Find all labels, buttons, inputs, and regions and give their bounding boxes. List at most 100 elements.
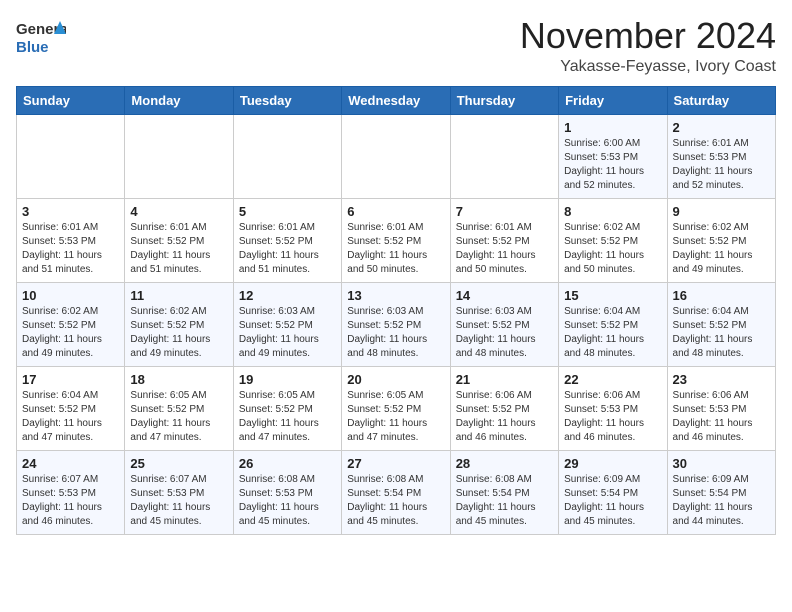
calendar-cell: 7Sunrise: 6:01 AM Sunset: 5:52 PM Daylig…: [450, 198, 558, 282]
day-number: 30: [673, 456, 770, 471]
day-info: Sunrise: 6:03 AM Sunset: 5:52 PM Dayligh…: [456, 305, 553, 361]
day-number: 9: [673, 204, 770, 219]
day-info: Sunrise: 6:06 AM Sunset: 5:53 PM Dayligh…: [564, 389, 661, 445]
month-title: November 2024: [520, 16, 776, 56]
calendar-cell: [450, 114, 558, 198]
day-number: 25: [130, 456, 227, 471]
day-number: 4: [130, 204, 227, 219]
day-number: 18: [130, 372, 227, 387]
day-info: Sunrise: 6:05 AM Sunset: 5:52 PM Dayligh…: [347, 389, 444, 445]
day-info: Sunrise: 6:02 AM Sunset: 5:52 PM Dayligh…: [564, 221, 661, 277]
day-info: Sunrise: 6:05 AM Sunset: 5:52 PM Dayligh…: [239, 389, 336, 445]
calendar-cell: 10 Sunrise: 6:02 AM Sunset: 5:52 PM Dayli…: [17, 282, 125, 366]
calendar-cell: 20 Sunrise: 6:05 AM Sunset: 5:52 PM Dayli…: [342, 366, 450, 450]
calendar-week-row: 17Sunrise: 6:04 AM Sunset: 5:52 PM Dayli…: [17, 366, 776, 450]
day-number: 1: [564, 120, 661, 135]
day-number: 20: [347, 372, 444, 387]
calendar-cell: 3 Sunrise: 6:01 AM Sunset: 5:53 PM Daylig…: [17, 198, 125, 282]
calendar-cell: 25Sunrise: 6:07 AM Sunset: 5:53 PM Dayli…: [125, 450, 233, 534]
calendar-cell: 9 Sunrise: 6:02 AM Sunset: 5:52 PM Daylig…: [667, 198, 775, 282]
day-info: Sunrise: 6:01 AM Sunset: 5:53 PM Dayligh…: [673, 137, 770, 193]
calendar-cell: 19 Sunrise: 6:05 AM Sunset: 5:52 PM Dayli…: [233, 366, 341, 450]
weekday-header-friday: Friday: [559, 86, 667, 114]
title-block: November 2024 Yakasse-Feyasse, Ivory Coa…: [520, 16, 776, 76]
day-number: 19: [239, 372, 336, 387]
logo: General Blue: [16, 16, 66, 58]
day-number: 21: [456, 372, 553, 387]
day-info: Sunrise: 6:08 AM Sunset: 5:53 PM Dayligh…: [239, 473, 336, 529]
day-info: Sunrise: 6:02 AM Sunset: 5:52 PM Dayligh…: [22, 305, 119, 361]
day-info: Sunrise: 6:04 AM Sunset: 5:52 PM Dayligh…: [22, 389, 119, 445]
calendar-cell: 4Sunrise: 6:01 AM Sunset: 5:52 PM Daylig…: [125, 198, 233, 282]
day-number: 11: [130, 288, 227, 303]
day-info: Sunrise: 6:05 AM Sunset: 5:52 PM Dayligh…: [130, 389, 227, 445]
day-info: Sunrise: 6:03 AM Sunset: 5:52 PM Dayligh…: [239, 305, 336, 361]
day-info: Sunrise: 6:06 AM Sunset: 5:53 PM Dayligh…: [673, 389, 770, 445]
day-number: 2: [673, 120, 770, 135]
day-info: Sunrise: 6:04 AM Sunset: 5:52 PM Dayligh…: [564, 305, 661, 361]
day-info: Sunrise: 6:09 AM Sunset: 5:54 PM Dayligh…: [564, 473, 661, 529]
page-header: General Blue November 2024 Yakasse-Feyas…: [16, 16, 776, 76]
day-number: 3: [22, 204, 119, 219]
calendar-cell: 12 Sunrise: 6:03 AM Sunset: 5:52 PM Dayli…: [233, 282, 341, 366]
calendar-cell: 28 Sunrise: 6:08 AM Sunset: 5:54 PM Dayli…: [450, 450, 558, 534]
calendar-cell: 30 Sunrise: 6:09 AM Sunset: 5:54 PM Dayli…: [667, 450, 775, 534]
weekday-header-row: SundayMondayTuesdayWednesdayThursdayFrid…: [17, 86, 776, 114]
day-number: 28: [456, 456, 553, 471]
calendar-cell: 29Sunrise: 6:09 AM Sunset: 5:54 PM Dayli…: [559, 450, 667, 534]
day-number: 14: [456, 288, 553, 303]
logo-svg: General Blue: [16, 16, 66, 58]
calendar-cell: [17, 114, 125, 198]
day-number: 8: [564, 204, 661, 219]
weekday-header-monday: Monday: [125, 86, 233, 114]
day-number: 6: [347, 204, 444, 219]
calendar-cell: 15 Sunrise: 6:04 AM Sunset: 5:52 PM Dayli…: [559, 282, 667, 366]
calendar-cell: 17Sunrise: 6:04 AM Sunset: 5:52 PM Dayli…: [17, 366, 125, 450]
calendar-cell: 18 Sunrise: 6:05 AM Sunset: 5:52 PM Dayli…: [125, 366, 233, 450]
day-info: Sunrise: 6:08 AM Sunset: 5:54 PM Dayligh…: [347, 473, 444, 529]
day-number: 15: [564, 288, 661, 303]
calendar-cell: [342, 114, 450, 198]
calendar-cell: 26 Sunrise: 6:08 AM Sunset: 5:53 PM Dayli…: [233, 450, 341, 534]
day-number: 16: [673, 288, 770, 303]
day-info: Sunrise: 6:01 AM Sunset: 5:52 PM Dayligh…: [456, 221, 553, 277]
calendar-cell: 8 Sunrise: 6:02 AM Sunset: 5:52 PM Daylig…: [559, 198, 667, 282]
day-info: Sunrise: 6:01 AM Sunset: 5:52 PM Dayligh…: [347, 221, 444, 277]
calendar-week-row: 10 Sunrise: 6:02 AM Sunset: 5:52 PM Dayli…: [17, 282, 776, 366]
day-info: Sunrise: 6:08 AM Sunset: 5:54 PM Dayligh…: [456, 473, 553, 529]
calendar-cell: [233, 114, 341, 198]
calendar-cell: 22Sunrise: 6:06 AM Sunset: 5:53 PM Dayli…: [559, 366, 667, 450]
day-info: Sunrise: 6:07 AM Sunset: 5:53 PM Dayligh…: [22, 473, 119, 529]
day-number: 5: [239, 204, 336, 219]
day-info: Sunrise: 6:02 AM Sunset: 5:52 PM Dayligh…: [673, 221, 770, 277]
day-info: Sunrise: 6:09 AM Sunset: 5:54 PM Dayligh…: [673, 473, 770, 529]
calendar-cell: 11Sunrise: 6:02 AM Sunset: 5:52 PM Dayli…: [125, 282, 233, 366]
calendar-cell: 5 Sunrise: 6:01 AM Sunset: 5:52 PM Daylig…: [233, 198, 341, 282]
calendar-table: SundayMondayTuesdayWednesdayThursdayFrid…: [16, 86, 776, 535]
calendar-cell: 6 Sunrise: 6:01 AM Sunset: 5:52 PM Daylig…: [342, 198, 450, 282]
day-info: Sunrise: 6:01 AM Sunset: 5:53 PM Dayligh…: [22, 221, 119, 277]
calendar-cell: 16 Sunrise: 6:04 AM Sunset: 5:52 PM Dayli…: [667, 282, 775, 366]
calendar-cell: 13Sunrise: 6:03 AM Sunset: 5:52 PM Dayli…: [342, 282, 450, 366]
day-number: 27: [347, 456, 444, 471]
day-info: Sunrise: 6:04 AM Sunset: 5:52 PM Dayligh…: [673, 305, 770, 361]
day-info: Sunrise: 6:01 AM Sunset: 5:52 PM Dayligh…: [239, 221, 336, 277]
calendar-cell: 21 Sunrise: 6:06 AM Sunset: 5:52 PM Dayli…: [450, 366, 558, 450]
day-number: 23: [673, 372, 770, 387]
day-number: 10: [22, 288, 119, 303]
location-title: Yakasse-Feyasse, Ivory Coast: [520, 58, 776, 76]
calendar-cell: [125, 114, 233, 198]
calendar-cell: 27 Sunrise: 6:08 AM Sunset: 5:54 PM Dayli…: [342, 450, 450, 534]
weekday-header-saturday: Saturday: [667, 86, 775, 114]
calendar-cell: 24 Sunrise: 6:07 AM Sunset: 5:53 PM Dayli…: [17, 450, 125, 534]
day-number: 12: [239, 288, 336, 303]
calendar-week-row: 3 Sunrise: 6:01 AM Sunset: 5:53 PM Daylig…: [17, 198, 776, 282]
day-info: Sunrise: 6:06 AM Sunset: 5:52 PM Dayligh…: [456, 389, 553, 445]
calendar-cell: 14 Sunrise: 6:03 AM Sunset: 5:52 PM Dayli…: [450, 282, 558, 366]
day-info: Sunrise: 6:03 AM Sunset: 5:52 PM Dayligh…: [347, 305, 444, 361]
day-number: 24: [22, 456, 119, 471]
weekday-header-tuesday: Tuesday: [233, 86, 341, 114]
calendar-cell: 23 Sunrise: 6:06 AM Sunset: 5:53 PM Dayli…: [667, 366, 775, 450]
weekday-header-wednesday: Wednesday: [342, 86, 450, 114]
day-number: 26: [239, 456, 336, 471]
